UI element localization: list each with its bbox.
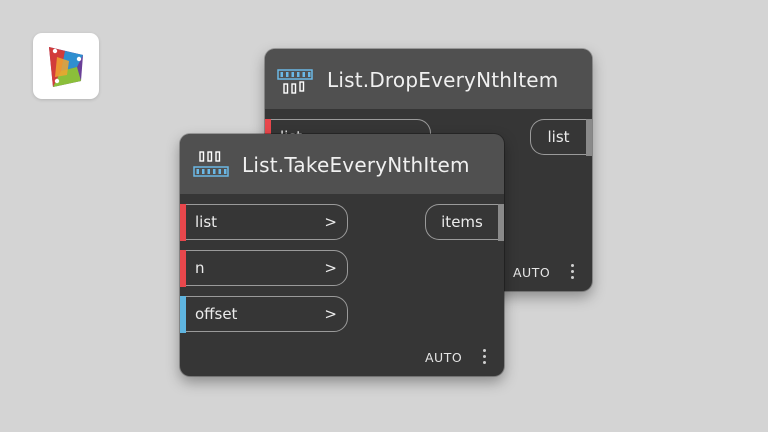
output-port-list[interactable]: list [530, 118, 592, 156]
port-accent [180, 295, 186, 333]
output-accent [498, 203, 504, 241]
input-port-list[interactable]: list > [180, 203, 348, 241]
node-menu-icon[interactable] [571, 264, 575, 282]
take-every-nth-item-icon [193, 151, 231, 183]
output-port-items[interactable]: items [425, 203, 504, 241]
port-label: n [195, 259, 205, 277]
node-header[interactable]: List.TakeEveryNthItem [180, 134, 504, 194]
port-label: list [195, 213, 218, 231]
node-header[interactable]: List.DropEveryNthItem [265, 49, 592, 109]
drop-every-nth-item-icon [277, 69, 315, 99]
dynamo-logo-icon [33, 33, 99, 99]
output-label: list [547, 128, 570, 146]
port-arrow-icon: > [324, 305, 337, 323]
port-accent [180, 203, 186, 241]
port-label: offset [195, 305, 238, 323]
node-title: List.TakeEveryNthItem [242, 153, 470, 177]
port-accent [180, 249, 186, 287]
port-arrow-icon: > [324, 259, 337, 277]
output-label: items [441, 213, 483, 231]
node-title: List.DropEveryNthItem [327, 68, 559, 92]
input-port-n[interactable]: n > [180, 249, 348, 287]
output-accent [586, 118, 592, 156]
lacing-label[interactable]: AUTO [425, 350, 462, 365]
port-arrow-icon: > [324, 213, 337, 231]
take-every-nth-item-node[interactable]: List.TakeEveryNthItem list > n > offset … [180, 134, 504, 376]
input-port-offset[interactable]: offset > [180, 295, 348, 333]
lacing-label[interactable]: AUTO [513, 265, 550, 280]
node-menu-icon[interactable] [483, 349, 487, 367]
